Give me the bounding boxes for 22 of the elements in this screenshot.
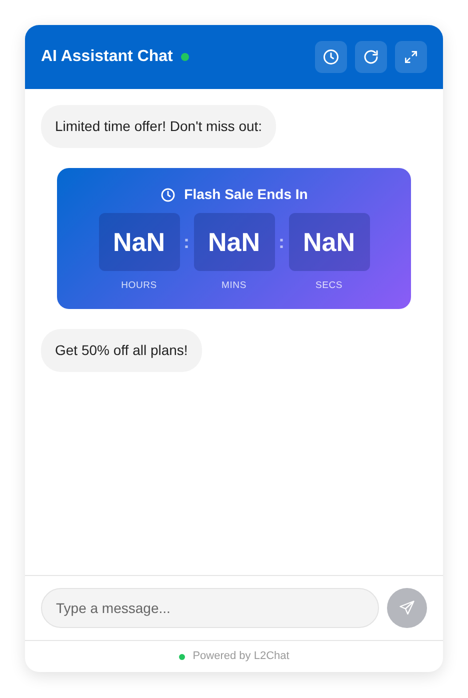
message-bubble: Get 50% off all plans! [41,329,202,372]
time-value: NaN [194,213,274,271]
send-icon [398,599,416,617]
time-separator: : [182,231,190,254]
history-button[interactable] [315,41,347,73]
time-unit-label: HOURS [121,279,157,293]
time-value: NaN [288,213,370,271]
refresh-button[interactable] [355,41,387,73]
time-value: NaN [98,213,180,271]
expand-icon [403,49,419,65]
time-unit-label: SECS [315,279,343,293]
chat-title: AI Assistant Chat [41,47,173,67]
message-input[interactable]: Type a message... [41,588,379,628]
clock-icon [322,48,340,66]
time-separator: : [278,231,286,254]
message-bubble: Limited time offer! Don't miss out: [41,105,276,148]
time-unit-label: MINS [222,279,246,293]
powered-by-text: Powered by L2Chat [192,649,290,664]
expand-button[interactable] [395,41,427,73]
clock-icon [160,186,176,202]
countdown-title: Flash Sale Ends In [184,185,308,204]
refresh-icon [362,48,380,66]
